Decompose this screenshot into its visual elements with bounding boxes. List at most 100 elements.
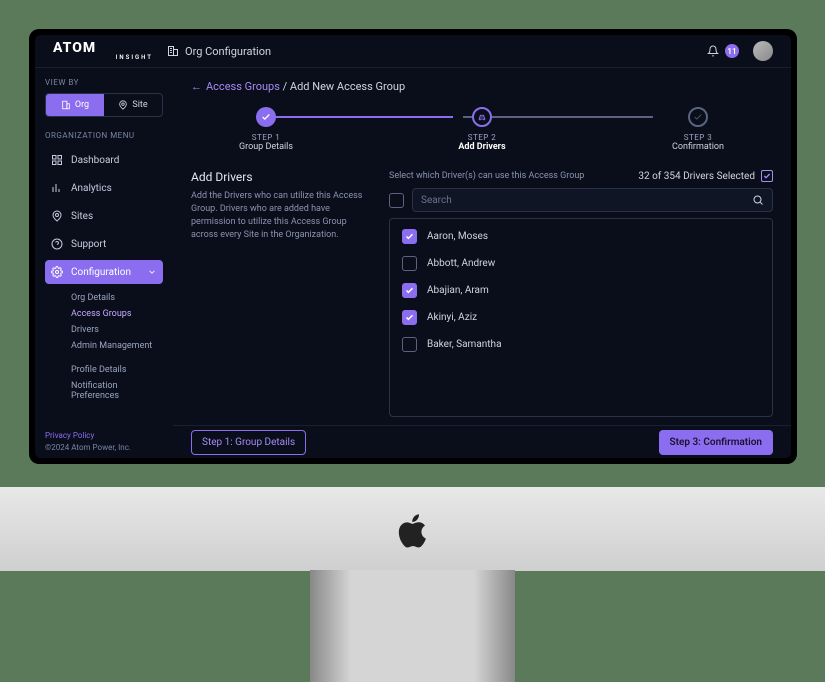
sub-item-access-groups[interactable]: Access Groups [71, 306, 165, 322]
sub-item-admin-management[interactable]: Admin Management [71, 338, 165, 354]
sub-item-drivers[interactable]: Drivers [71, 322, 165, 338]
driver-name: Abbott, Andrew [427, 258, 495, 269]
selection-count-text: 32 of 354 Drivers Selected [638, 171, 755, 182]
step-2-num: STEP 2 [468, 133, 497, 142]
sub-item-profile-details[interactable]: Profile Details [71, 362, 165, 378]
search-row [389, 188, 773, 212]
notification-badge[interactable]: 11 [725, 44, 739, 58]
top-right: 11 [707, 41, 773, 61]
sidebar-item-configuration[interactable]: Configuration [45, 260, 163, 284]
back-arrow-icon[interactable]: ← [191, 80, 202, 93]
sidebar-item-support[interactable]: Support [45, 232, 163, 256]
pin-icon [118, 100, 128, 110]
dashboard-icon [51, 154, 63, 166]
apple-logo-icon [393, 507, 433, 555]
section-desc: Add the Drivers who can utilize this Acc… [191, 190, 371, 242]
search-field[interactable] [412, 188, 773, 212]
select-all-checkbox[interactable] [761, 170, 773, 182]
search-input[interactable] [421, 195, 752, 206]
driver-checkbox[interactable] [402, 310, 417, 325]
top-bar: ATOM INSIGHT Org Configuration 11 [35, 35, 791, 68]
main: ← Access Groups / Add New Access Group ST… [173, 68, 791, 458]
config-sub-items: Org Details Access Groups Drivers Admin … [45, 290, 165, 404]
footer-bar: Step 1: Group Details Step 3: Confirmati… [173, 425, 791, 458]
viewby-segmented: Org Site [45, 93, 163, 117]
sidebar-footer: Privacy Policy ©2024 Atom Power, Inc. [45, 431, 165, 452]
bell-icon[interactable] [707, 45, 719, 57]
step-2-name: Add Drivers [458, 142, 505, 152]
privacy-policy-link[interactable]: Privacy Policy [45, 431, 165, 440]
check-icon [261, 112, 271, 122]
seg-org[interactable]: Org [46, 94, 104, 116]
driver-row[interactable]: Baker, Samantha [390, 331, 772, 358]
chevron-down-icon [147, 267, 157, 277]
driver-name: Akinyi, Aziz [427, 312, 477, 323]
search-icon[interactable] [752, 194, 764, 206]
app-logo: ATOM INSIGHT [53, 42, 153, 60]
avatar[interactable] [753, 41, 773, 61]
sidebar-item-sites[interactable]: Sites [45, 204, 163, 228]
selection-label: Select which Driver(s) can use this Acce… [389, 171, 584, 181]
check-icon [405, 232, 414, 241]
car-icon [477, 112, 487, 122]
monitor-stand [310, 570, 515, 682]
driver-list: Aaron, Moses Abbott, Andrew Abajian, Ara… [389, 218, 773, 417]
page-title-header: Org Configuration [167, 45, 271, 58]
building-icon [61, 100, 71, 110]
seg-site-label: Site [132, 100, 147, 110]
header-title: Org Configuration [185, 45, 271, 58]
monitor-bezel: ATOM INSIGHT Org Configuration 11 VIEW B… [29, 29, 797, 464]
driver-checkbox[interactable] [402, 256, 417, 271]
search-select-all-checkbox[interactable] [389, 193, 404, 208]
breadcrumb-link[interactable]: Access Groups [206, 80, 280, 93]
monitor-chin [0, 487, 825, 571]
sub-item-org-details[interactable]: Org Details [71, 290, 165, 306]
back-button[interactable]: Step 1: Group Details [191, 430, 306, 455]
stepper: STEP 1 Group Details STEP 2 Add Drivers … [173, 97, 791, 166]
sidebar-item-label: Support [71, 239, 106, 250]
viewby-label: VIEW BY [45, 78, 165, 87]
help-icon [51, 238, 63, 250]
driver-row[interactable]: Aaron, Moses [390, 223, 772, 250]
seg-site[interactable]: Site [104, 94, 162, 116]
logo-main: ATOM [53, 40, 96, 56]
chart-icon [51, 182, 63, 194]
building-icon [167, 45, 179, 57]
next-button[interactable]: Step 3: Confirmation [659, 430, 774, 455]
sidebar-item-label: Dashboard [71, 155, 119, 166]
section-intro: Add Drivers Add the Drivers who can util… [191, 170, 371, 417]
app-screen: ATOM INSIGHT Org Configuration 11 VIEW B… [35, 35, 791, 458]
copyright: ©2024 Atom Power, Inc. [45, 443, 165, 452]
driver-row[interactable]: Akinyi, Aziz [390, 304, 772, 331]
check-icon [405, 286, 414, 295]
content: Add Drivers Add the Drivers who can util… [173, 166, 791, 425]
gear-icon [51, 266, 63, 278]
step-1[interactable]: STEP 1 Group Details [221, 107, 311, 152]
step-3-circle [688, 107, 708, 127]
driver-row[interactable]: Abbott, Andrew [390, 250, 772, 277]
driver-panel: Select which Driver(s) can use this Acce… [389, 170, 773, 417]
pin-icon [51, 210, 63, 222]
step-3[interactable]: STEP 3 Confirmation [653, 107, 743, 152]
step-1-num: STEP 1 [252, 133, 281, 142]
step-2-circle [472, 107, 492, 127]
sidebar: VIEW BY Org Site ORGANIZATION MENU Dashb… [35, 68, 173, 458]
driver-row[interactable]: Abajian, Aram [390, 277, 772, 304]
check-circle-icon [693, 112, 703, 122]
driver-checkbox[interactable] [402, 337, 417, 352]
body: VIEW BY Org Site ORGANIZATION MENU Dashb… [35, 68, 791, 458]
driver-checkbox[interactable] [402, 283, 417, 298]
driver-name: Abajian, Aram [427, 285, 489, 296]
step-3-name: Confirmation [672, 142, 724, 152]
sidebar-item-label: Analytics [71, 183, 112, 194]
menu-label: ORGANIZATION MENU [45, 131, 165, 140]
sub-item-notification-preferences[interactable]: Notification Preferences [71, 378, 165, 404]
breadcrumb-rest: / Add New Access Group [280, 80, 405, 93]
step-1-circle [256, 107, 276, 127]
breadcrumb: ← Access Groups / Add New Access Group [173, 68, 791, 97]
sidebar-item-analytics[interactable]: Analytics [45, 176, 163, 200]
driver-checkbox[interactable] [402, 229, 417, 244]
section-title: Add Drivers [191, 170, 371, 184]
sidebar-item-dashboard[interactable]: Dashboard [45, 148, 163, 172]
step-2[interactable]: STEP 2 Add Drivers [437, 107, 527, 152]
